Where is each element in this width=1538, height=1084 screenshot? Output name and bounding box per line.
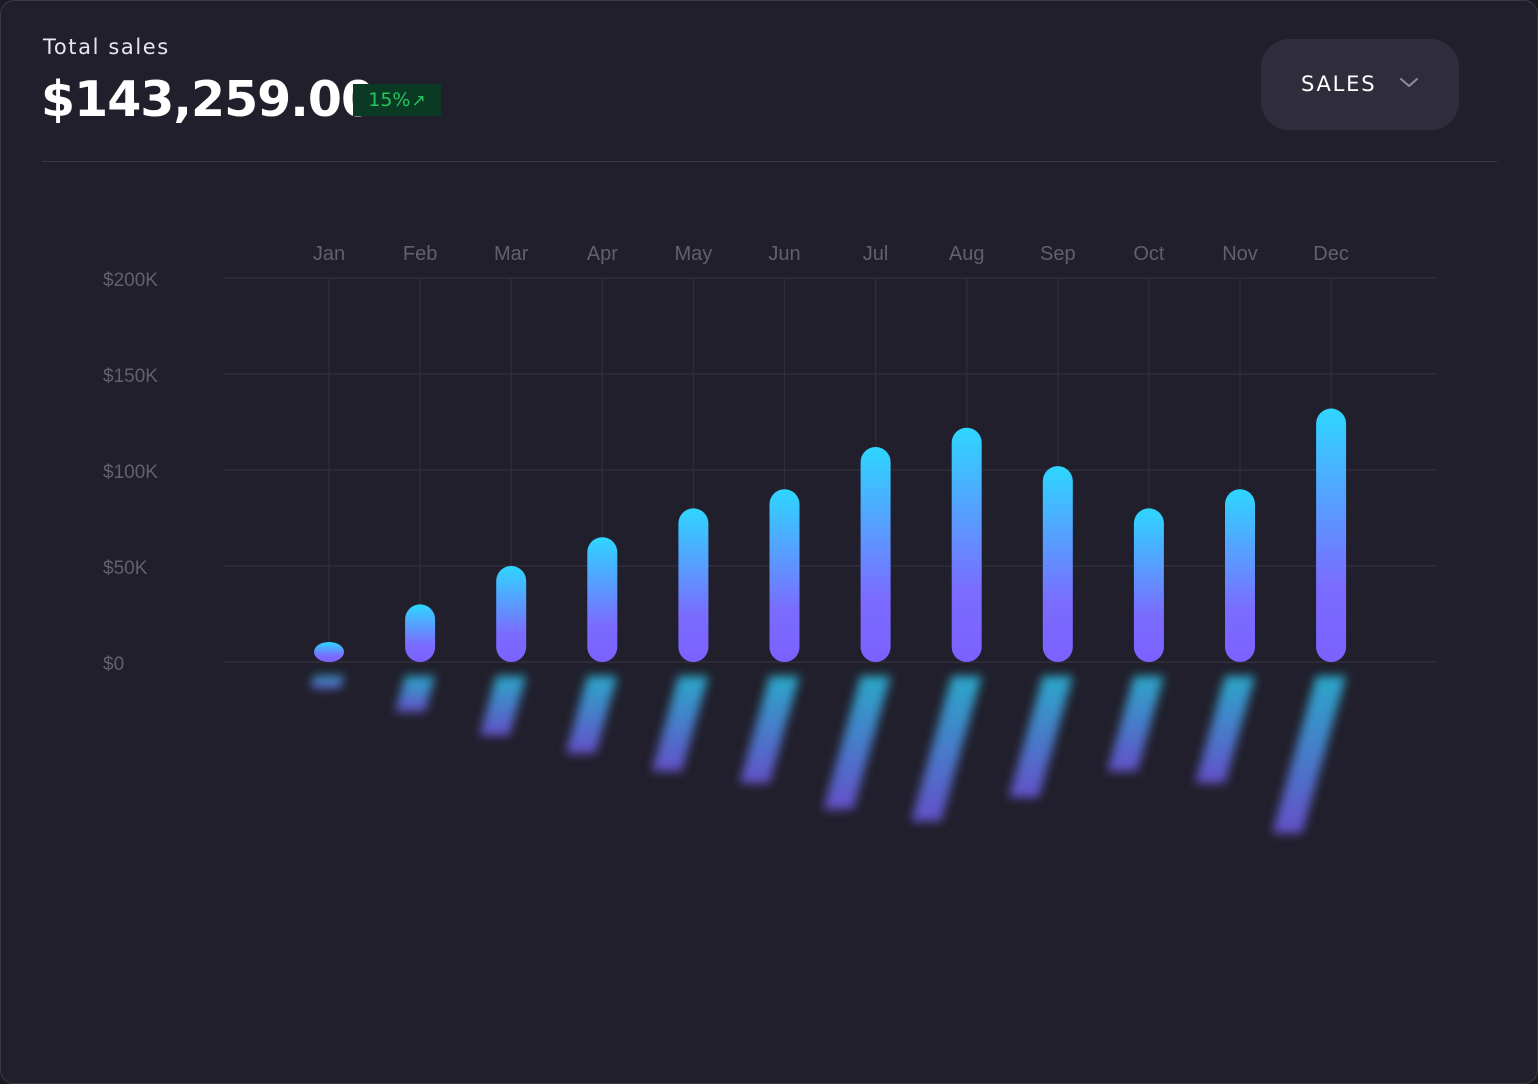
x-tick-label: Sep	[1040, 243, 1076, 265]
bar-reflection-mar	[479, 676, 527, 736]
bar-reflection-oct	[1107, 676, 1164, 772]
x-tick-label: Nov	[1222, 243, 1258, 265]
bar-nov	[1225, 489, 1255, 662]
y-tick-label: $150K	[103, 366, 158, 387]
bar-jun	[769, 489, 800, 662]
bar-mar	[496, 566, 527, 662]
bar-aug	[951, 427, 982, 662]
bar-reflection-jan	[310, 676, 344, 689]
x-tick-label: Feb	[403, 243, 437, 265]
bar-reflection-sep	[1008, 676, 1073, 798]
bar-sep	[1042, 466, 1073, 662]
bar-reflection-feb	[395, 676, 436, 712]
bar-reflection-apr	[565, 676, 618, 754]
y-tick-label: $0	[103, 654, 124, 675]
bar-dec	[1316, 408, 1347, 662]
bar-reflection-nov	[1195, 676, 1255, 784]
bar-feb	[405, 604, 436, 662]
y-tick-label: $200K	[103, 270, 158, 291]
x-tick-label: Dec	[1313, 243, 1349, 265]
bar-may	[678, 508, 709, 662]
bar-reflection-aug	[911, 676, 982, 822]
bar-jan	[314, 642, 344, 662]
y-tick-label: $100K	[103, 462, 158, 483]
bar-oct	[1133, 508, 1164, 662]
x-tick-label: Aug	[949, 243, 985, 265]
bar-apr	[587, 537, 618, 662]
sales-card: Total sales $143,259.00 15%↗ SALES $0 $5…	[0, 0, 1538, 1084]
bar-reflection-may	[651, 676, 709, 772]
x-tick-label: Jun	[768, 243, 800, 265]
x-tick-label: Apr	[587, 243, 618, 265]
bar-jul	[860, 446, 891, 662]
x-tick-label: Mar	[494, 243, 529, 265]
y-tick-label: $50K	[103, 558, 148, 579]
bar-reflection-jun	[739, 676, 800, 784]
bar-reflection-jul	[823, 676, 891, 810]
sales-bar-chart: $0 $50K $100K $150K $200K Jan Feb Mar Apr May Jun J…	[103, 243, 1437, 834]
x-tick-label: Jan	[313, 243, 345, 265]
bar-reflection-dec	[1272, 676, 1347, 834]
x-tick-label: Jul	[863, 243, 889, 265]
x-tick-label: May	[675, 243, 713, 265]
x-tick-label: Oct	[1133, 243, 1165, 265]
